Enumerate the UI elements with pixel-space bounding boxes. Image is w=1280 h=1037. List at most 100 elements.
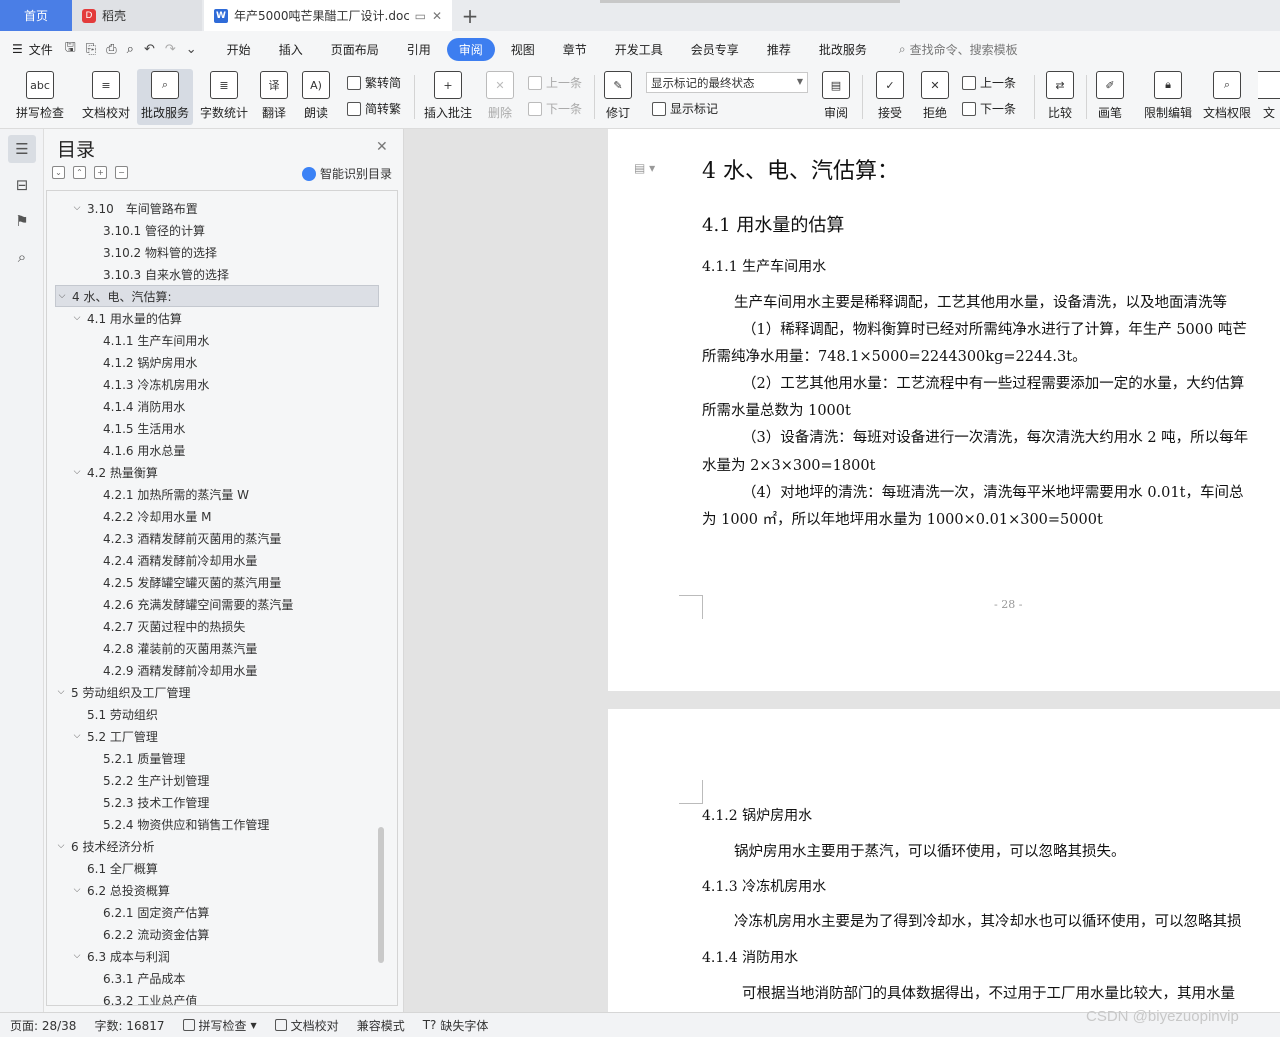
save-icon[interactable]: 🖫 bbox=[65, 38, 76, 60]
chevron-down-icon[interactable]: ⌵ bbox=[55, 687, 67, 697]
spell-check-button[interactable]: abc 拼写检查 bbox=[8, 69, 72, 125]
menu-review[interactable]: 审阅 bbox=[446, 37, 495, 61]
chevron-down-icon[interactable]: ⌵ bbox=[71, 203, 83, 213]
menu-member[interactable]: 会员专享 bbox=[679, 38, 751, 61]
menu-recommend[interactable]: 推荐 bbox=[755, 38, 803, 61]
toc-item[interactable]: ⌵ 5 劳动组织及工厂管理 bbox=[47, 681, 397, 703]
toc-item[interactable]: ⌵ 4.2 热量衡算 bbox=[47, 461, 397, 483]
markup-state-select[interactable]: 显示标记的最终状态 ▼ bbox=[646, 72, 808, 93]
screen-icon[interactable]: ▭ bbox=[415, 9, 426, 23]
status-spell-check[interactable]: 拼写检查 ▼ bbox=[182, 1017, 257, 1034]
toc-item[interactable]: ⌵ 4.1 用水量的估算 bbox=[47, 307, 397, 329]
toc-item[interactable]: 4.1.1 生产车间用水 bbox=[47, 329, 397, 351]
toc-item[interactable]: 5.2.3 技术工作管理 bbox=[47, 791, 397, 813]
remove-heading-icon[interactable]: − bbox=[115, 166, 128, 179]
chevron-down-icon[interactable]: ⌵ bbox=[71, 313, 83, 323]
chapter-nav-icon[interactable]: ⊟ bbox=[8, 171, 36, 199]
menu-layout[interactable]: 页面布局 bbox=[319, 38, 391, 61]
toc-item[interactable]: 5.2.1 质量管理 bbox=[47, 747, 397, 769]
toc-item[interactable]: 6.3.2 工业总产值 bbox=[47, 989, 397, 1006]
prev-change-button[interactable]: 上一条 bbox=[962, 74, 1016, 91]
compare-button[interactable]: ⇄ 比较 bbox=[1040, 69, 1080, 125]
toc-item[interactable]: 5.1 劳动组织 bbox=[47, 703, 397, 725]
doc-proof-button[interactable]: ≡ 文档校对 bbox=[78, 69, 134, 125]
bookmark-icon[interactable]: ⚑ bbox=[8, 207, 36, 235]
smart-toc-button[interactable]: 智能识别目录 bbox=[302, 165, 392, 182]
toc-item[interactable]: ⌵ 4 水、电、汽估算: bbox=[55, 285, 379, 307]
restrict-edit-button[interactable]: 🔒︎ 限制编辑 bbox=[1140, 69, 1196, 125]
toc-item[interactable]: 4.2.7 灭菌过程中的热损失 bbox=[47, 615, 397, 637]
delete-comment-button[interactable]: ✕ 删除 bbox=[480, 69, 520, 125]
undo-icon[interactable]: ↶ bbox=[144, 42, 155, 57]
next-comment-button[interactable]: 下一条 bbox=[528, 100, 582, 117]
toc-item[interactable]: 4.1.4 消防用水 bbox=[47, 395, 397, 417]
toc-item[interactable]: ⌵ 3.10 车间管路布置 bbox=[47, 197, 397, 219]
pen-button[interactable]: ✐ 画笔 bbox=[1092, 69, 1128, 125]
chevron-down-icon[interactable]: ⌵ bbox=[56, 291, 68, 301]
menu-developer[interactable]: 开发工具 bbox=[603, 38, 675, 61]
menu-view[interactable]: 视图 bbox=[499, 38, 547, 61]
toc-item[interactable]: 4.2.8 灌装前的灭菌用蒸汽量 bbox=[47, 637, 397, 659]
preview-icon[interactable]: ⌕ bbox=[127, 42, 134, 57]
toc-item[interactable]: 4.2.6 充满发酵罐空间需要的蒸汽量 bbox=[47, 593, 397, 615]
read-aloud-button[interactable]: A) 朗读 bbox=[298, 69, 334, 125]
page-menu-icon[interactable]: ▤ ▾ bbox=[634, 161, 655, 175]
toc-item[interactable]: 3.10.2 物料管的选择 bbox=[47, 241, 397, 263]
toc-item[interactable]: 4.1.3 冷冻机房用水 bbox=[47, 373, 397, 395]
toc-item[interactable]: 4.2.9 酒精发酵前冷却用水量 bbox=[47, 659, 397, 681]
toc-item[interactable]: 4.2.1 加热所需的蒸汽量 W bbox=[47, 483, 397, 505]
toc-item[interactable]: 4.2.5 发酵罐空罐灭菌的蒸汽用量 bbox=[47, 571, 397, 593]
toc-item[interactable]: 4.2.4 酒精发酵前冷却用水量 bbox=[47, 549, 397, 571]
tab-docer[interactable]: D 稻壳 bbox=[72, 0, 202, 31]
toc-item[interactable]: 6.2.2 流动资金估算 bbox=[47, 923, 397, 945]
toc-item[interactable]: 3.10.1 管径的计算 bbox=[47, 219, 397, 241]
menu-review-service[interactable]: 批改服务 bbox=[807, 38, 879, 61]
doc-more-button[interactable]: 文 bbox=[1258, 69, 1280, 125]
toc-item[interactable]: ⌵ 6.2 总投资概算 bbox=[47, 879, 397, 901]
menu-chapter[interactable]: 章节 bbox=[551, 38, 599, 61]
page-indicator[interactable]: 页面: 28/38 bbox=[10, 1017, 76, 1034]
missing-font[interactable]: T? 缺失字体 bbox=[423, 1017, 489, 1034]
toc-item[interactable]: 6.2.1 固定资产估算 bbox=[47, 901, 397, 923]
word-count-button[interactable]: ≣ 字数统计 bbox=[197, 69, 251, 125]
collapse-all-icon[interactable]: ⌃ bbox=[73, 166, 86, 179]
toc-item[interactable]: ⌵ 5.2 工厂管理 bbox=[47, 725, 397, 747]
toc-scrollbar[interactable] bbox=[378, 827, 384, 963]
tab-document[interactable]: W 年产5000吨芒果醋工厂设计.doc ▭ ✕ bbox=[204, 0, 452, 31]
toc-item[interactable]: 5.2.2 生产计划管理 bbox=[47, 769, 397, 791]
next-change-button[interactable]: 下一条 bbox=[962, 100, 1016, 117]
toc-item[interactable]: 4.1.2 锅炉房用水 bbox=[47, 351, 397, 373]
menu-start[interactable]: 开始 bbox=[215, 38, 263, 61]
chevron-down-icon[interactable]: ⌵ bbox=[55, 841, 67, 851]
expand-all-icon[interactable]: ⌄ bbox=[52, 166, 65, 179]
toc-item[interactable]: 4.2.3 酒精发酵前灭菌用的蒸汽量 bbox=[47, 527, 397, 549]
toc-item[interactable]: 6.3.1 产品成本 bbox=[47, 967, 397, 989]
redo-icon[interactable]: ↷ bbox=[165, 42, 176, 57]
close-tab-icon[interactable]: ✕ bbox=[432, 9, 442, 23]
chevron-down-icon[interactable]: ⌵ bbox=[71, 951, 83, 961]
review-pane-button[interactable]: ▤ 审阅 bbox=[816, 69, 856, 125]
chevron-down-icon[interactable]: ⌵ bbox=[71, 885, 83, 895]
toc-item[interactable]: 4.1.6 用水总量 bbox=[47, 439, 397, 461]
toc-item[interactable]: 4.1.5 生活用水 bbox=[47, 417, 397, 439]
toc-item[interactable]: 6.1 全厂概算 bbox=[47, 857, 397, 879]
print-icon[interactable]: ⎙ bbox=[106, 42, 116, 57]
menu-reference[interactable]: 引用 bbox=[395, 38, 443, 61]
doc-permission-button[interactable]: ⌕ 文档权限 bbox=[1199, 69, 1255, 125]
menu-insert[interactable]: 插入 bbox=[267, 38, 315, 61]
add-heading-icon[interactable]: + bbox=[94, 166, 107, 179]
status-doc-proof[interactable]: 文档校对 bbox=[274, 1017, 339, 1034]
new-tab-button[interactable]: + bbox=[452, 0, 488, 31]
find-icon[interactable]: ⌕ bbox=[8, 243, 36, 271]
show-markup-button[interactable]: 显示标记 bbox=[652, 100, 718, 117]
command-search[interactable]: ⌕ 查找命令、搜索模板 bbox=[899, 41, 1018, 58]
translate-button[interactable]: 译 翻译 bbox=[256, 69, 292, 125]
prev-comment-button[interactable]: 上一条 bbox=[528, 74, 582, 91]
toc-item[interactable]: ⌵ 6.3 成本与利润 bbox=[47, 945, 397, 967]
toc-item[interactable]: ⌵ 6 技术经济分析 bbox=[47, 835, 397, 857]
export-icon[interactable]: ⎘ bbox=[86, 42, 96, 57]
toc-item[interactable]: 3.10.3 自来水管的选择 bbox=[47, 263, 397, 285]
compat-mode[interactable]: 兼容模式 bbox=[357, 1017, 405, 1034]
file-menu[interactable]: ☰ 文件 bbox=[12, 41, 53, 58]
reject-button[interactable]: ✕ 拒绝 bbox=[915, 69, 955, 125]
